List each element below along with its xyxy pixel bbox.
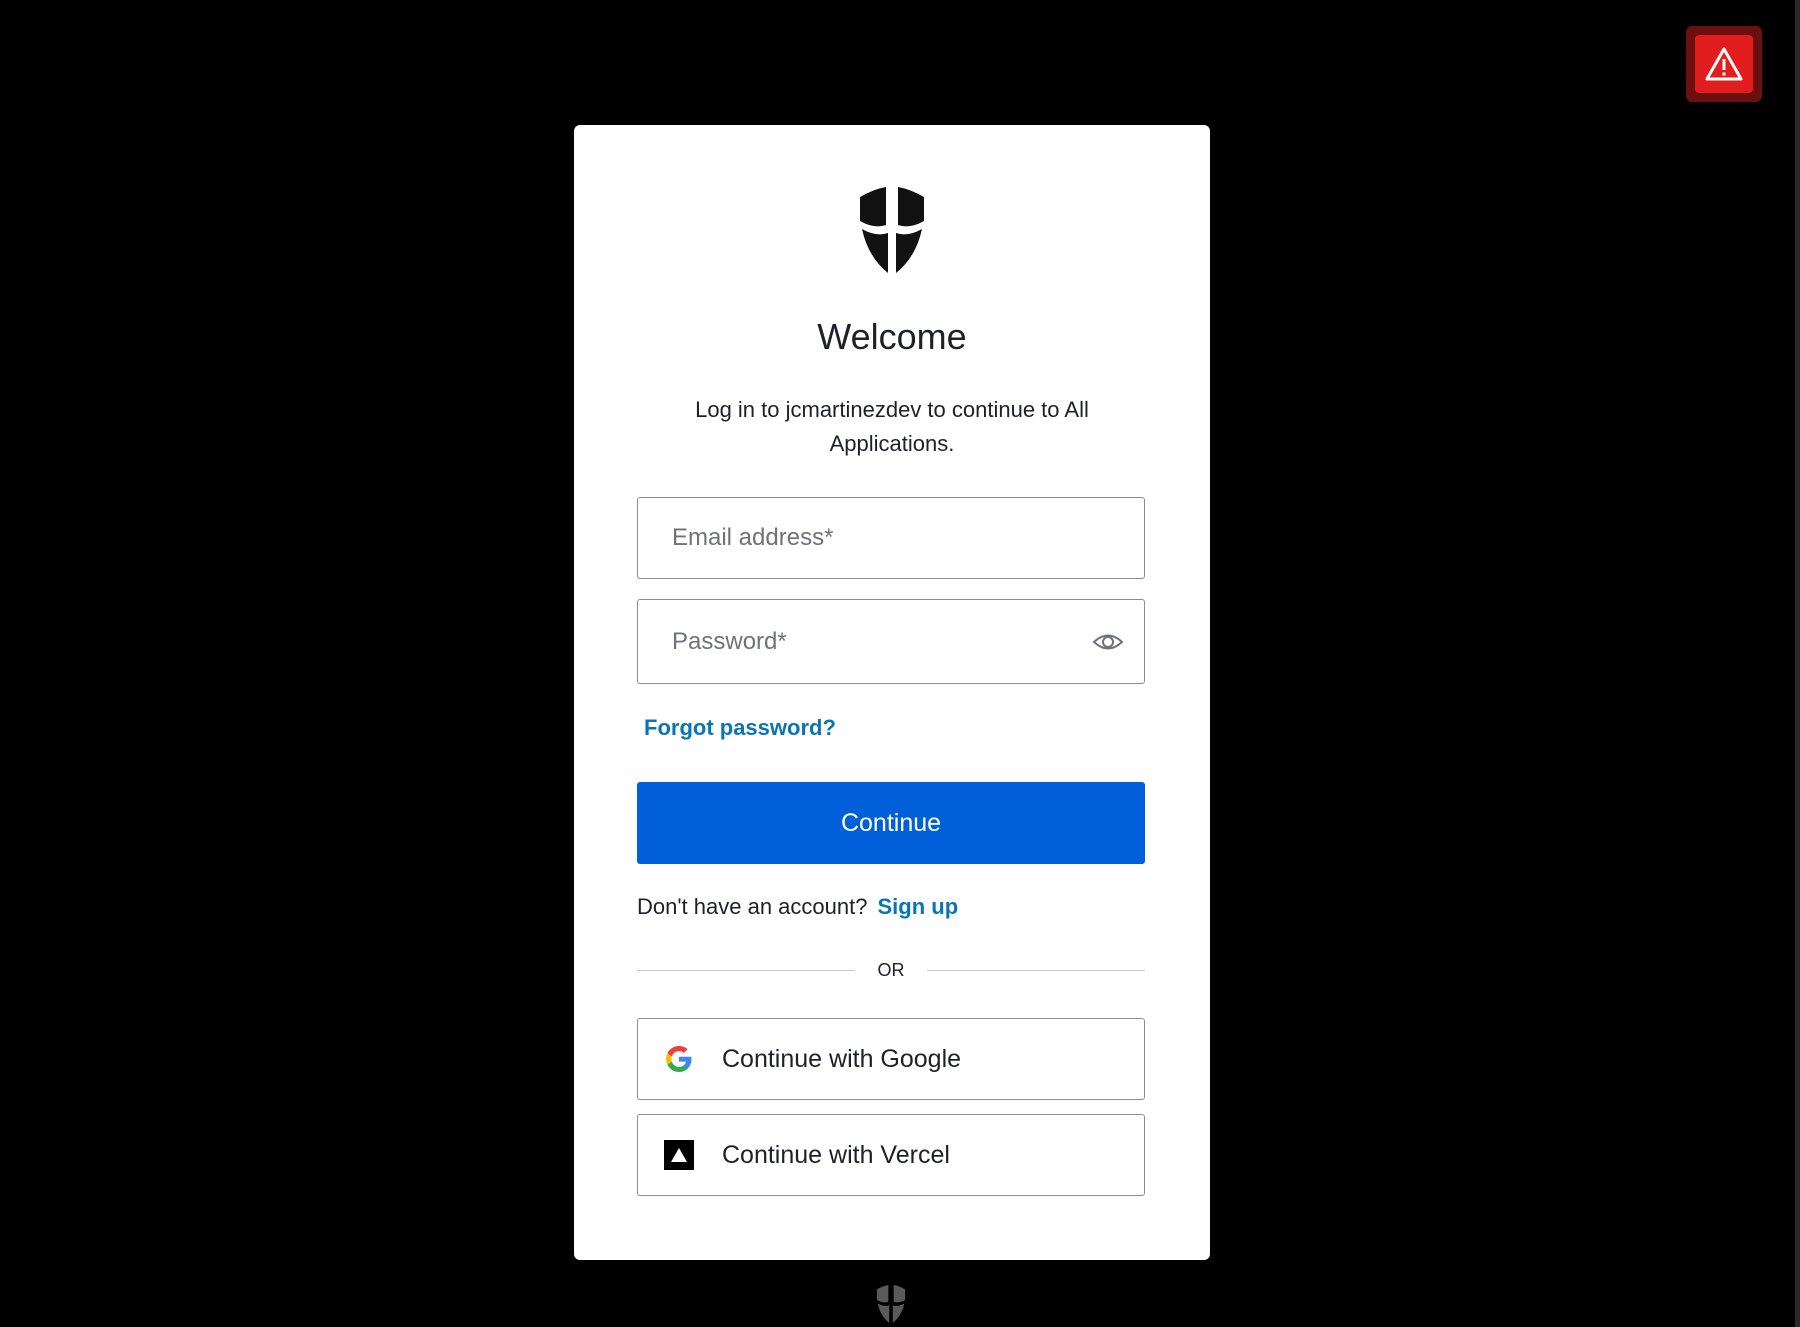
- google-button-label: Continue with Google: [722, 1045, 962, 1073]
- vercel-triangle-icon: [671, 1148, 687, 1162]
- forgot-password-link[interactable]: Forgot password?: [644, 715, 836, 741]
- email-field[interactable]: [637, 497, 1145, 579]
- divider-line-right: [927, 970, 1145, 971]
- continue-with-vercel-button[interactable]: Continue with Vercel: [637, 1114, 1145, 1196]
- warning-badge: [1695, 35, 1753, 93]
- warning-triangle-icon: [1705, 47, 1743, 81]
- password-input[interactable]: [638, 600, 1144, 683]
- warning-button[interactable]: [1686, 26, 1762, 102]
- scrollbar-edge: [1795, 0, 1800, 1327]
- or-divider: OR: [637, 957, 1145, 983]
- eye-icon[interactable]: [1092, 627, 1124, 657]
- email-input[interactable]: [638, 498, 1144, 578]
- shield-logo-icon: [860, 187, 924, 273]
- footer-shield-logo-icon: [876, 1285, 906, 1323]
- login-card: Welcome Log in to jcmartinezdev to conti…: [574, 125, 1210, 1260]
- page-title: Welcome: [817, 316, 967, 357]
- signup-row: Don't have an account? Sign up: [637, 891, 958, 923]
- vercel-button-label: Continue with Vercel: [722, 1141, 950, 1169]
- login-page: Welcome Log in to jcmartinezdev to conti…: [0, 0, 1800, 1327]
- password-field[interactable]: [637, 599, 1145, 684]
- continue-button[interactable]: Continue: [637, 782, 1145, 864]
- login-subtitle: Log in to jcmartinezdev to continue to A…: [695, 397, 1089, 456]
- continue-with-google-button[interactable]: Continue with Google: [637, 1018, 1145, 1100]
- signup-prompt: Don't have an account?: [637, 894, 868, 919]
- vercel-icon: [664, 1140, 694, 1170]
- signup-link[interactable]: Sign up: [877, 894, 958, 919]
- google-icon: [666, 1046, 692, 1072]
